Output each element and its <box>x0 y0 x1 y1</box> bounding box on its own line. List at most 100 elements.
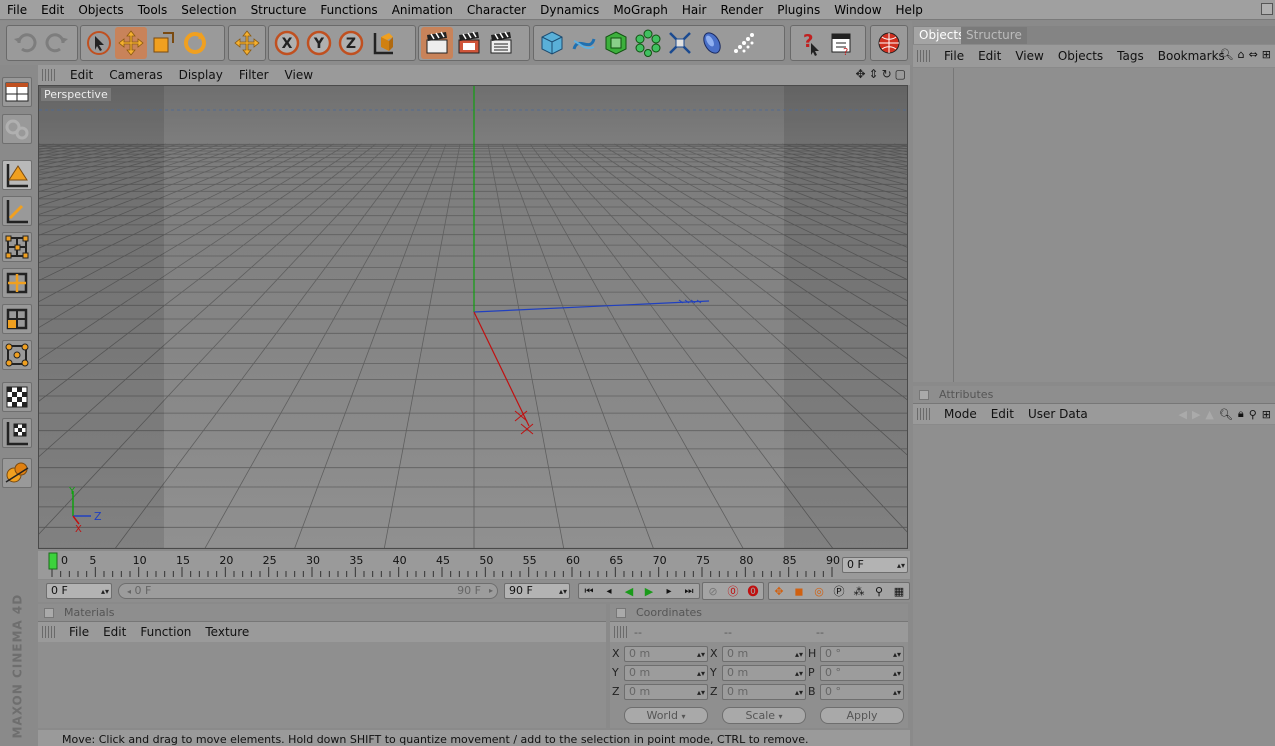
viewport-menu-cameras[interactable]: Cameras <box>101 68 170 82</box>
up-arrow-icon[interactable]: ▲ <box>1205 408 1213 421</box>
objects-column-divider[interactable] <box>953 68 954 382</box>
render-settings-button[interactable] <box>485 27 517 59</box>
perspective-viewport[interactable]: Y Z X Perspective <box>38 85 908 549</box>
menu-render[interactable]: Render <box>713 0 770 20</box>
objects-menu-tags[interactable]: Tags <box>1110 49 1151 63</box>
spinner-icon[interactable]: ▴▾ <box>893 648 901 662</box>
add-cube-button[interactable] <box>536 27 568 59</box>
grip-icon[interactable] <box>614 626 628 638</box>
play-forward-icon[interactable]: ▶ <box>639 585 659 598</box>
start-frame-field[interactable]: 0 F ▴▾ <box>46 583 112 599</box>
texture-axis-button[interactable] <box>2 382 32 412</box>
goto-start-icon[interactable]: ⏮ <box>579 586 599 597</box>
lock-icon[interactable]: 🔒︎ <box>1238 407 1244 421</box>
coord-field-x-1[interactable]: 0 m ▴▾ <box>722 646 806 662</box>
spinner-icon[interactable]: ▴▾ <box>897 559 905 573</box>
coord-field-b-2[interactable]: 0 ° ▴▾ <box>820 684 904 700</box>
help-button[interactable]: ? <box>793 27 825 59</box>
spinner-icon[interactable]: ▴▾ <box>795 686 803 700</box>
menu-animation[interactable]: Animation <box>385 0 460 20</box>
materials-menu-edit[interactable]: Edit <box>96 625 133 639</box>
render-picture-viewer-button[interactable] <box>453 27 485 59</box>
menu-functions[interactable]: Functions <box>313 0 384 20</box>
playhead[interactable] <box>48 552 58 570</box>
coord-field-y-0[interactable]: 0 m ▴▾ <box>624 665 708 681</box>
attributes-menu-edit[interactable]: Edit <box>984 407 1021 421</box>
model-mode-button[interactable] <box>2 160 32 190</box>
spinner-icon[interactable]: ▴▾ <box>893 686 901 700</box>
edge-mode-button[interactable] <box>2 268 32 298</box>
record-key-icon[interactable]: ⓪ <box>723 583 743 599</box>
objects-menu-objects[interactable]: Objects <box>1051 49 1110 63</box>
menu-dynamics[interactable]: Dynamics <box>533 0 606 20</box>
play-backward-icon[interactable]: ◀ <box>619 585 639 598</box>
key-rotation-icon[interactable]: ◎ <box>809 585 829 598</box>
maximize-icon[interactable]: ▢ <box>895 67 906 81</box>
forward-arrow-icon[interactable]: ▶ <box>1192 408 1200 421</box>
web-button[interactable] <box>873 27 905 59</box>
coord-field-z-0[interactable]: 0 m ▴▾ <box>624 684 708 700</box>
workplane-button[interactable] <box>2 418 32 448</box>
objects-list-area[interactable] <box>913 68 1275 382</box>
key-point-level-icon[interactable]: ⁂ <box>849 585 869 598</box>
key-position-icon[interactable]: ✥ <box>769 585 789 598</box>
x-axis-lock-button[interactable]: X <box>271 27 303 59</box>
materials-menu-texture[interactable]: Texture <box>198 625 256 639</box>
step-back-icon[interactable]: ◂ <box>599 586 619 597</box>
search-icon[interactable]: 🔍︎ <box>1220 48 1234 61</box>
menu-mograph[interactable]: MoGraph <box>606 0 675 20</box>
world-coordinates-button[interactable] <box>367 27 399 59</box>
rotate-tool-button[interactable] <box>179 27 211 59</box>
window-restore-button[interactable] <box>1261 3 1273 15</box>
spinner-icon[interactable]: ▴▾ <box>795 667 803 681</box>
coord-field-x-0[interactable]: 0 m ▴▾ <box>624 646 708 662</box>
add-environment-button[interactable] <box>696 27 728 59</box>
recent-tool-button[interactable] <box>231 27 263 59</box>
polygon-mode-button[interactable] <box>2 304 32 334</box>
viewport-menu-edit[interactable]: Edit <box>62 68 101 82</box>
add-spline-button[interactable] <box>568 27 600 59</box>
step-forward-icon[interactable]: ▸ <box>659 586 679 597</box>
scale-tool-button[interactable] <box>147 27 179 59</box>
layout-button[interactable] <box>2 77 32 107</box>
zoom-icon[interactable]: ⇕ <box>869 67 879 81</box>
uv-mode-button[interactable] <box>2 340 32 370</box>
menu-file[interactable]: File <box>0 0 34 20</box>
spinner-icon[interactable]: ▴▾ <box>697 648 705 662</box>
timeline-settings-icon[interactable]: ▦ <box>889 585 909 598</box>
spinner-icon[interactable]: ▴▾ <box>697 686 705 700</box>
render-view-button[interactable] <box>421 27 453 59</box>
objects-menu-edit[interactable]: Edit <box>971 49 1008 63</box>
world-dropdown[interactable]: World ▾ <box>624 707 708 724</box>
materials-menu-file[interactable]: File <box>62 625 96 639</box>
add-nurbs-button[interactable] <box>600 27 632 59</box>
viewport-menu-filter[interactable]: Filter <box>231 68 277 82</box>
objects-menu-file[interactable]: File <box>937 49 971 63</box>
key-parameter-icon[interactable]: Ⓟ <box>829 583 849 599</box>
viewport-menu-view[interactable]: View <box>277 68 321 82</box>
live-selection-button[interactable] <box>83 27 115 59</box>
add-deformer-button[interactable] <box>664 27 696 59</box>
orbit-icon[interactable]: ↻ <box>882 67 892 81</box>
timeline-ticks[interactable]: 0 5 10 15 20 25 30 35 40 45 50 55 60 65 70 75 80 85 90 <box>46 551 846 579</box>
menu-hair[interactable]: Hair <box>675 0 714 20</box>
back-arrow-icon[interactable]: ◀ <box>1178 408 1186 421</box>
new-window-icon[interactable]: ⊞ <box>1262 48 1271 61</box>
grip-icon[interactable] <box>917 50 931 62</box>
pan-icon[interactable]: ✥ <box>855 67 865 81</box>
menu-character[interactable]: Character <box>460 0 533 20</box>
menu-structure[interactable]: Structure <box>244 0 314 20</box>
spinner-icon[interactable]: ▴▾ <box>893 667 901 681</box>
menu-tools[interactable]: Tools <box>131 0 175 20</box>
menu-help[interactable]: Help <box>889 0 930 20</box>
search-icon[interactable]: 🔍︎ <box>1219 408 1233 421</box>
spinner-icon[interactable]: ▴▾ <box>795 648 803 662</box>
panel-checkbox[interactable] <box>44 607 54 618</box>
menu-plugins[interactable]: Plugins <box>770 0 827 20</box>
grip-icon[interactable] <box>42 69 56 81</box>
preview-range-slider[interactable]: ◂ 0 F 90 F ▸ <box>118 583 498 599</box>
pin-icon[interactable]: ⚲ <box>1249 408 1257 421</box>
objects-menu-view[interactable]: View <box>1008 49 1050 63</box>
attributes-menu-mode[interactable]: Mode <box>937 407 984 421</box>
link-icon[interactable]: ⇔ <box>1249 48 1258 61</box>
